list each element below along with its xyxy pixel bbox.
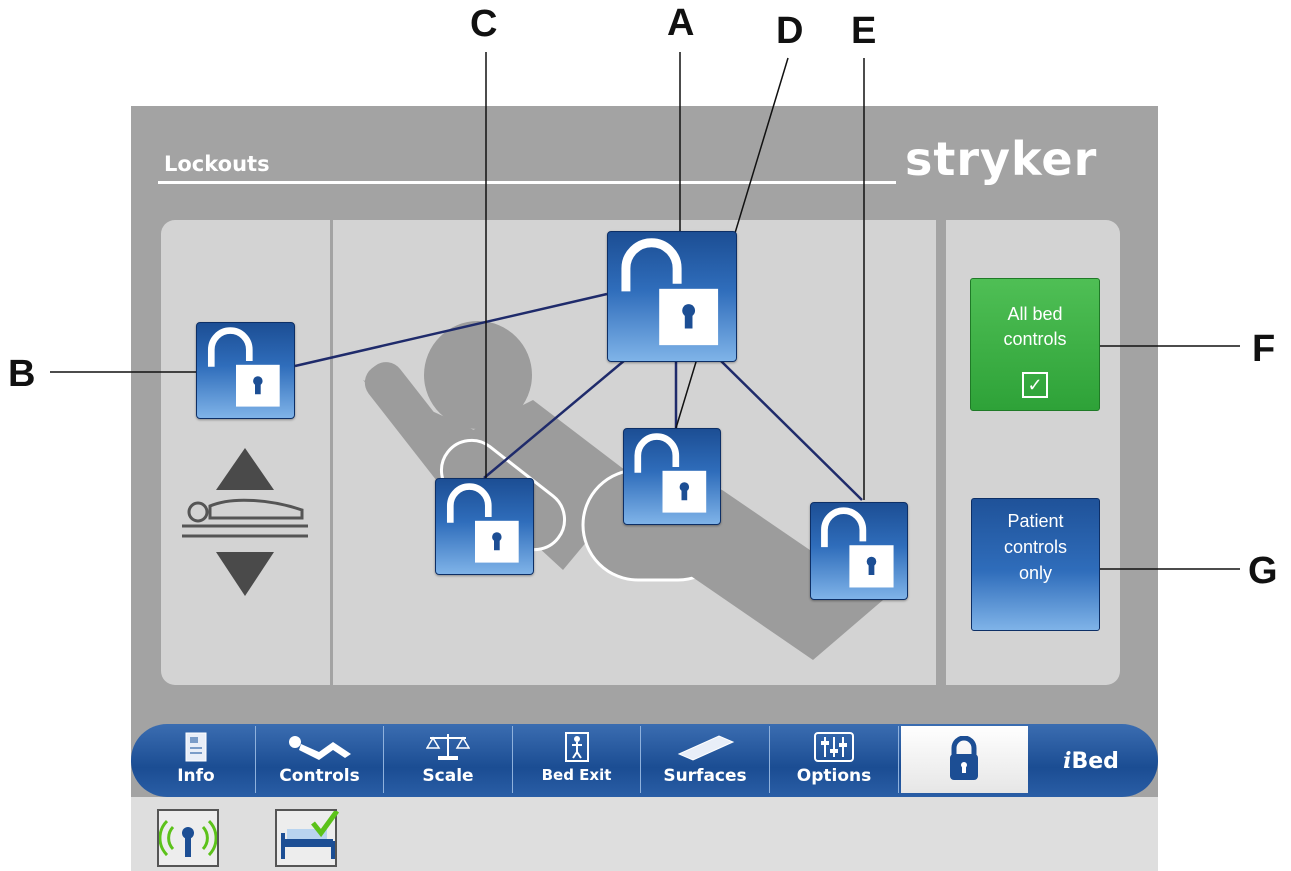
- lock-button-d[interactable]: [623, 428, 721, 525]
- tab-options[interactable]: Options: [770, 726, 899, 793]
- patient-controls-label-2: controls: [1003, 537, 1068, 557]
- tab-bar: Info Controls Scale Bed Exit Surfaces Op…: [131, 724, 1158, 797]
- tab-controls[interactable]: Controls: [256, 726, 384, 793]
- unlocked-padlock-icon: [821, 507, 894, 588]
- all-bed-controls-label-1: All bed: [1007, 304, 1063, 324]
- wireless-signal-icon: [158, 819, 218, 857]
- scale-icon: [426, 734, 470, 760]
- hilo-indicator: [182, 448, 308, 596]
- tab-options-label: Options: [796, 766, 872, 786]
- lock-button-c[interactable]: [435, 478, 534, 575]
- triangle-down-icon: [216, 552, 274, 596]
- tab-info-label: Info: [177, 766, 215, 786]
- document-icon: [185, 732, 207, 762]
- tab-ibed[interactable]: iBed: [1029, 726, 1153, 793]
- brand-logo: stryker: [905, 132, 1098, 186]
- callout-d: D: [776, 10, 804, 52]
- patient-controls-icon: [288, 736, 351, 760]
- callout-c: C: [470, 3, 498, 45]
- all-bed-controls-button[interactable]: All bed controls ✓: [970, 278, 1100, 411]
- tab-scale[interactable]: Scale: [384, 726, 513, 793]
- lock-button-e[interactable]: [810, 502, 908, 600]
- callout-f: F: [1252, 328, 1276, 370]
- padlock-icon: [950, 736, 978, 780]
- mattress-icon: [677, 735, 735, 761]
- title-underline: [158, 181, 896, 184]
- bed-status-button[interactable]: [275, 809, 340, 867]
- callout-e: E: [851, 10, 877, 52]
- callout-g: G: [1248, 550, 1278, 592]
- unlocked-padlock-icon: [446, 483, 519, 563]
- ibed-logo-label: Bed: [1071, 749, 1119, 774]
- page-title: Lockouts: [164, 152, 270, 176]
- triangle-up-icon: [216, 448, 274, 490]
- tab-controls-label: Controls: [279, 766, 360, 786]
- patient-controls-label-1: Patient: [1007, 511, 1064, 531]
- tab-bed-exit[interactable]: Bed Exit: [513, 726, 641, 793]
- tab-scale-label: Scale: [422, 766, 474, 786]
- tab-info[interactable]: Info: [137, 726, 256, 793]
- unlocked-padlock-icon: [621, 238, 719, 346]
- sliders-icon: [814, 732, 854, 762]
- patient-controls-only-button[interactable]: Patient controls only: [971, 498, 1100, 631]
- unlocked-padlock-icon: [207, 327, 280, 407]
- tab-lockouts[interactable]: [901, 726, 1028, 793]
- tab-surfaces[interactable]: Surfaces: [641, 726, 770, 793]
- all-bed-controls-label-2: controls: [1003, 329, 1067, 349]
- tab-bed-exit-label: Bed Exit: [541, 766, 612, 784]
- bed-exit-icon: [564, 732, 589, 762]
- callout-b: B: [8, 353, 36, 395]
- bed-status-check-icon: [281, 809, 340, 859]
- patient-controls-label-3: only: [1018, 563, 1053, 583]
- all-bed-controls-checkbox: ✓: [1022, 372, 1048, 398]
- lock-button-a[interactable]: [607, 231, 737, 362]
- callout-a: A: [667, 2, 695, 44]
- tab-surfaces-label: Surfaces: [663, 766, 747, 786]
- bed-icon: [182, 498, 308, 538]
- wireless-status-button[interactable]: [157, 809, 219, 867]
- unlocked-padlock-icon: [634, 433, 707, 513]
- lock-button-b[interactable]: [196, 322, 295, 419]
